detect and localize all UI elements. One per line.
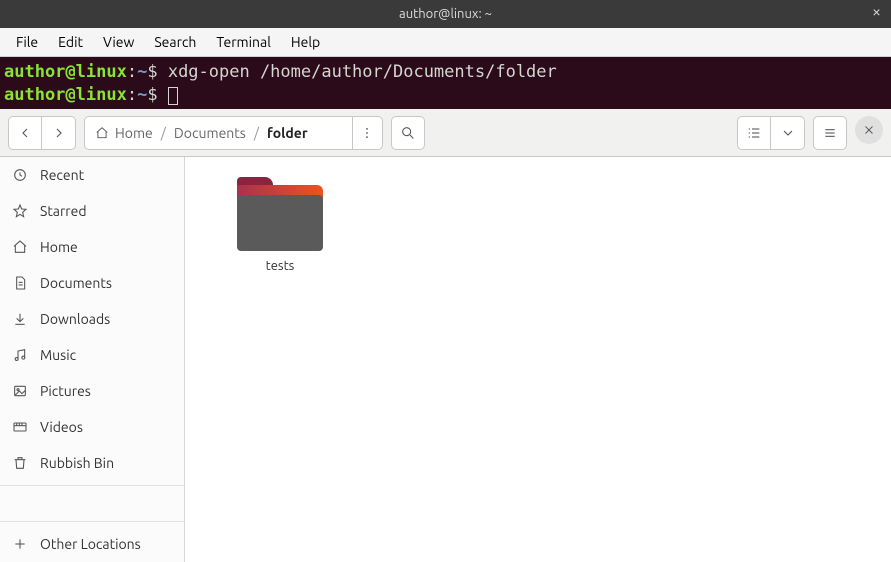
sidebar-item-pictures[interactable]: Pictures [0, 373, 184, 409]
hamburger-icon [822, 125, 838, 141]
sidebar-item-music[interactable]: Music [0, 337, 184, 373]
sidebar-separator [0, 521, 184, 522]
breadcrumb-documents[interactable]: Documents [174, 125, 246, 141]
list-icon [746, 125, 762, 141]
prompt-path: ~ [137, 62, 147, 82]
window-title: author@linux: ~ [399, 7, 492, 21]
home-icon [95, 126, 109, 140]
sidebar-item-downloads[interactable]: Downloads [0, 301, 184, 337]
sidebar-item-videos[interactable]: Videos [0, 409, 184, 445]
folder-item-tests[interactable]: tests [215, 177, 345, 273]
sidebar-item-label: Music [40, 347, 76, 363]
breadcrumb-current[interactable]: folder [267, 125, 308, 141]
menubar: File Edit View Search Terminal Help [0, 28, 891, 57]
picture-icon [12, 383, 28, 399]
view-switcher [737, 116, 805, 150]
sidebar-item-label: Starred [40, 203, 87, 219]
prompt-user: author@linux [4, 62, 127, 82]
menu-search[interactable]: Search [144, 30, 206, 54]
sidebar-item-other-locations[interactable]: Other Locations [0, 526, 184, 562]
terminal-line-2: author@linux:~$ [4, 84, 887, 107]
sidebar-item-label: Pictures [40, 383, 91, 399]
document-icon [12, 275, 28, 291]
window-titlebar: author@linux: ~ × [0, 0, 891, 28]
file-manager-close-button[interactable] [855, 116, 883, 144]
sidebar-item-label: Documents [40, 275, 112, 291]
sidebar-item-documents[interactable]: Documents [0, 265, 184, 301]
file-manager-content[interactable]: tests [185, 157, 891, 562]
sidebar-item-label: Videos [40, 419, 83, 435]
sidebar-separator [0, 485, 184, 486]
window-close-button[interactable]: × [872, 4, 881, 20]
breadcrumb-separator: / [161, 125, 166, 141]
sidebar-item-recent[interactable]: Recent [0, 157, 184, 193]
sidebar-item-label: Rubbish Bin [40, 455, 114, 471]
sidebar-item-trash[interactable]: Rubbish Bin [0, 445, 184, 481]
download-icon [12, 311, 28, 327]
chevron-down-icon [780, 125, 796, 141]
back-button[interactable] [8, 116, 42, 150]
breadcrumb-home[interactable]: Home [95, 125, 153, 141]
sidebar-item-label: Downloads [40, 311, 110, 327]
star-icon [12, 203, 28, 219]
forward-button[interactable] [42, 116, 76, 150]
pathbar: Home / Documents / folder [84, 116, 383, 150]
music-icon [12, 347, 28, 363]
sidebar-item-label: Recent [40, 167, 84, 183]
sidebar: Recent Starred Home Documents Downloads … [0, 157, 185, 562]
file-manager-body: Recent Starred Home Documents Downloads … [0, 157, 891, 562]
menu-view[interactable]: View [93, 30, 144, 54]
folder-icon [237, 177, 323, 251]
search-button[interactable] [391, 116, 425, 150]
chevron-right-icon [51, 125, 67, 141]
menu-edit[interactable]: Edit [48, 30, 93, 54]
sidebar-item-label: Home [40, 239, 78, 255]
plus-icon [12, 536, 28, 552]
close-icon [862, 123, 876, 137]
terminal[interactable]: author@linux:~$ xdg-open /home/author/Do… [0, 57, 891, 109]
chevron-left-icon [17, 125, 33, 141]
file-manager-header: Home / Documents / folder [0, 109, 891, 157]
folder-label: tests [266, 259, 295, 273]
prompt-symbol: $ [147, 62, 157, 82]
list-view-button[interactable] [737, 116, 771, 150]
hamburger-menu-button[interactable] [813, 116, 847, 150]
nav-buttons [8, 116, 76, 150]
menu-file[interactable]: File [6, 30, 48, 54]
path-options-button[interactable] [352, 117, 382, 149]
home-icon [12, 239, 28, 255]
terminal-command: xdg-open /home/author/Documents/folder [168, 62, 557, 82]
search-icon [400, 125, 416, 141]
sidebar-item-label: Other Locations [40, 536, 141, 552]
menu-terminal[interactable]: Terminal [206, 30, 281, 54]
video-icon [12, 419, 28, 435]
trash-icon [12, 455, 28, 471]
breadcrumb-separator: / [254, 125, 259, 141]
sidebar-item-starred[interactable]: Starred [0, 193, 184, 229]
terminal-cursor [168, 87, 178, 105]
breadcrumb-home-label: Home [115, 125, 153, 141]
terminal-line-1: author@linux:~$ xdg-open /home/author/Do… [4, 61, 887, 84]
sidebar-item-home[interactable]: Home [0, 229, 184, 265]
view-options-button[interactable] [771, 116, 805, 150]
vertical-dots-icon [360, 126, 374, 140]
clock-icon [12, 167, 28, 183]
menu-help[interactable]: Help [281, 30, 330, 54]
